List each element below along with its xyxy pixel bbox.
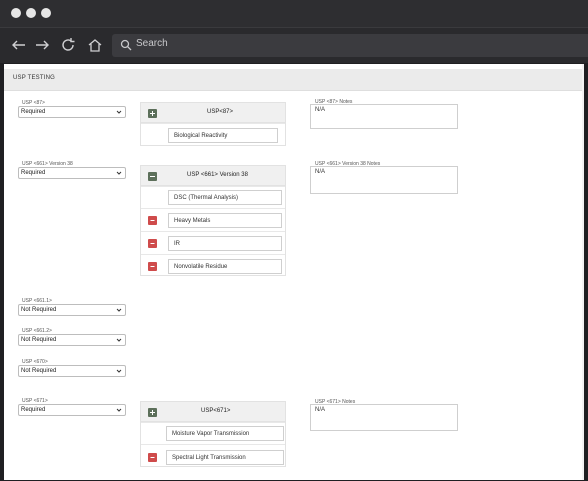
remove-button[interactable] bbox=[148, 453, 157, 462]
notes-value: N/A bbox=[315, 169, 326, 175]
minus-icon bbox=[150, 457, 155, 458]
chevron-down-icon bbox=[116, 110, 122, 114]
select-usp661-2[interactable]: Not Required bbox=[18, 334, 126, 346]
search-icon bbox=[120, 39, 132, 51]
notes-usp671[interactable]: N/A bbox=[310, 404, 458, 431]
panel-header: USP <661> Version 38 bbox=[141, 166, 285, 186]
select-value: Required bbox=[21, 109, 46, 115]
section-header: USP TESTING bbox=[4, 69, 584, 91]
chevron-down-icon bbox=[116, 408, 122, 412]
panel-header: USP<671> bbox=[141, 402, 285, 422]
collapse-button[interactable] bbox=[148, 172, 157, 181]
back-button[interactable] bbox=[10, 36, 28, 54]
home-icon bbox=[88, 39, 102, 52]
panel-row: Heavy Metals bbox=[141, 208, 285, 231]
panel-title: USP<671> bbox=[201, 408, 231, 414]
panel-row: Spectral Light Transmission bbox=[141, 444, 285, 468]
panel-header: USP<87> bbox=[141, 103, 285, 123]
remove-button[interactable] bbox=[148, 216, 157, 225]
test-field-value: IR bbox=[174, 241, 180, 247]
panel-row: Nonvolatile Residue bbox=[141, 254, 285, 277]
test-field[interactable]: Biological Reactivity bbox=[168, 128, 278, 143]
select-usp87[interactable]: Required bbox=[18, 106, 126, 118]
remove-button[interactable] bbox=[148, 239, 157, 248]
select-usp661-1[interactable]: Not Required bbox=[18, 304, 126, 316]
chevron-down-icon bbox=[116, 171, 122, 175]
panel-usp661v38: USP <661> Version 38 DSC (Thermal Analys… bbox=[140, 165, 286, 276]
minus-icon bbox=[150, 243, 155, 244]
minus-icon bbox=[150, 220, 155, 221]
window-maximize-dot[interactable] bbox=[41, 8, 51, 18]
test-field[interactable]: Moisture Vapor Transmission bbox=[166, 426, 284, 441]
reload-button[interactable] bbox=[59, 36, 77, 54]
test-field-value: Biological Reactivity bbox=[174, 133, 228, 139]
plus-icon bbox=[150, 111, 155, 116]
select-usp661v38[interactable]: Required bbox=[18, 167, 126, 179]
select-value: Required bbox=[21, 170, 46, 176]
select-value: Required bbox=[21, 407, 46, 413]
panel-title: USP<87> bbox=[207, 109, 234, 115]
test-field[interactable]: Spectral Light Transmission bbox=[166, 450, 284, 465]
panel-title: USP <661> Version 38 bbox=[187, 172, 248, 178]
panel-row: Biological Reactivity bbox=[141, 123, 285, 147]
window-close-dot[interactable] bbox=[11, 8, 21, 18]
select-usp670[interactable]: Not Required bbox=[18, 365, 126, 377]
select-value: Not Required bbox=[21, 337, 57, 343]
test-field-value: Heavy Metals bbox=[174, 218, 211, 224]
minus-icon bbox=[150, 176, 155, 177]
chevron-down-icon bbox=[116, 369, 122, 373]
notes-value: N/A bbox=[315, 107, 326, 113]
window-minimize-dot[interactable] bbox=[26, 8, 36, 18]
notes-usp87[interactable]: N/A bbox=[310, 104, 458, 129]
expand-button[interactable] bbox=[148, 109, 157, 118]
minus-icon bbox=[150, 266, 155, 267]
panel-usp87: USP<87> Biological Reactivity bbox=[140, 102, 286, 146]
arrow-right-icon bbox=[36, 40, 49, 50]
notes-value: N/A bbox=[315, 407, 326, 413]
panel-row: DSC (Thermal Analysis) bbox=[141, 186, 285, 208]
test-field[interactable]: DSC (Thermal Analysis) bbox=[168, 190, 282, 205]
arrow-left-icon bbox=[12, 40, 25, 50]
section-title: USP TESTING bbox=[13, 75, 55, 81]
select-usp671[interactable]: Required bbox=[18, 404, 126, 416]
test-field-value: Moisture Vapor Transmission bbox=[172, 431, 250, 437]
page-content: USP TESTING USP <87> Required USP <661> … bbox=[4, 64, 584, 480]
select-value: Not Required bbox=[21, 368, 57, 374]
test-field[interactable]: Nonvolatile Residue bbox=[168, 259, 282, 274]
home-button[interactable] bbox=[86, 36, 104, 54]
panel-row: Moisture Vapor Transmission bbox=[141, 422, 285, 444]
chevron-down-icon bbox=[116, 308, 122, 312]
test-field[interactable]: Heavy Metals bbox=[168, 213, 282, 228]
reload-icon bbox=[62, 38, 75, 51]
browser-toolbar: Search bbox=[0, 27, 588, 63]
window-titlebar bbox=[0, 0, 588, 27]
select-value: Not Required bbox=[21, 307, 57, 313]
expand-button[interactable] bbox=[148, 408, 157, 417]
remove-button[interactable] bbox=[148, 262, 157, 271]
panel-row: IR bbox=[141, 231, 285, 254]
forward-button[interactable] bbox=[33, 36, 51, 54]
search-placeholder: Search bbox=[136, 38, 168, 49]
plus-icon bbox=[150, 410, 155, 415]
scrollbar-track[interactable] bbox=[582, 64, 584, 480]
test-field[interactable]: IR bbox=[168, 236, 282, 251]
chevron-down-icon bbox=[116, 338, 122, 342]
address-search-bar[interactable]: Search bbox=[112, 34, 588, 57]
panel-usp671: USP<671> Moisture Vapor Transmission Spe… bbox=[140, 401, 286, 467]
test-field-value: Nonvolatile Residue bbox=[174, 264, 228, 270]
notes-usp661v38[interactable]: N/A bbox=[310, 166, 458, 194]
test-field-value: Spectral Light Transmission bbox=[172, 455, 246, 461]
test-field-value: DSC (Thermal Analysis) bbox=[174, 195, 239, 201]
